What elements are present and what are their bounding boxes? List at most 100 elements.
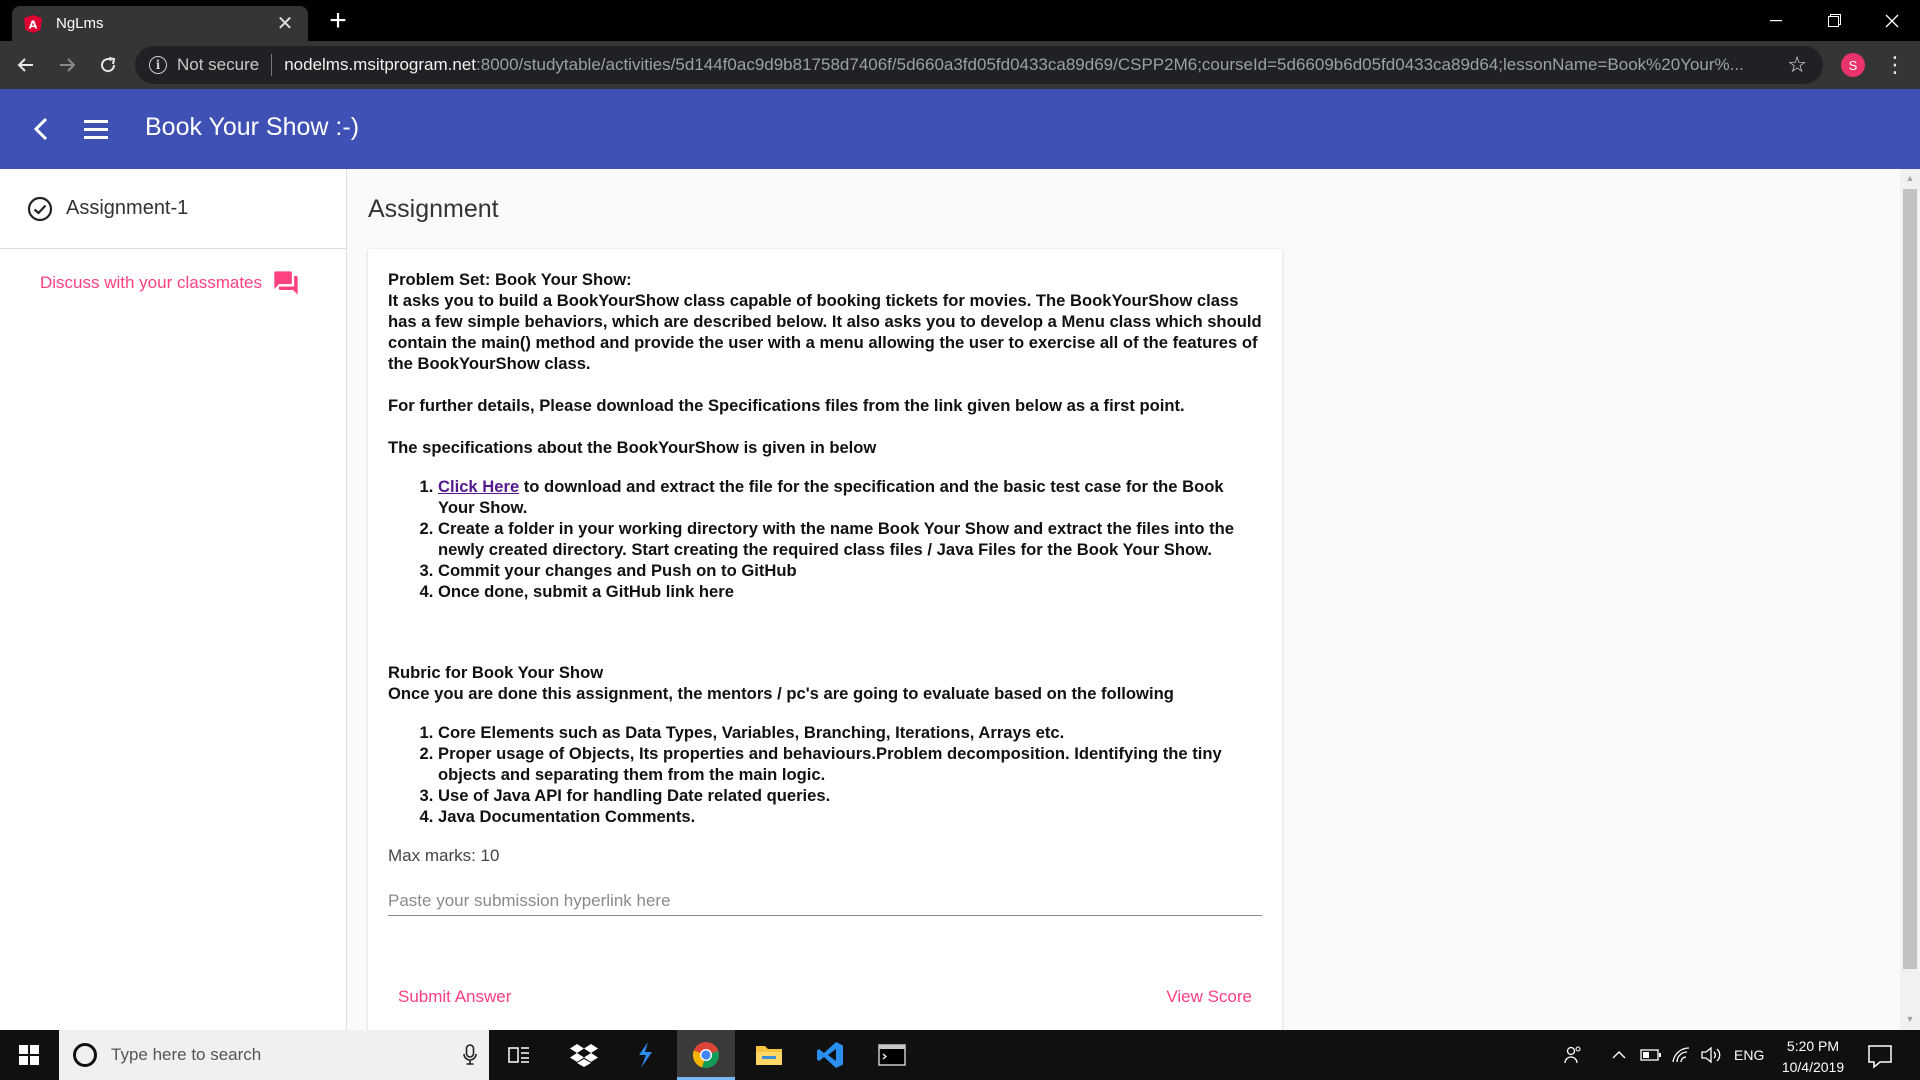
further-details: For further details, Please download the…: [388, 396, 1185, 415]
list-item: Java Documentation Comments.: [438, 806, 1262, 827]
forum-icon: [274, 271, 298, 295]
sourcetree-icon: [639, 1042, 652, 1068]
terminal-button[interactable]: [863, 1030, 921, 1080]
address-bar[interactable]: i Not secure nodelms.msitprogram.net:800…: [135, 46, 1823, 84]
scroll-down-icon[interactable]: ▼: [1900, 1014, 1920, 1026]
new-tab-button[interactable]: +: [322, 4, 354, 38]
view-score-button[interactable]: View Score: [1156, 977, 1262, 1017]
rubric-intro: Once you are done this assignment, the m…: [388, 684, 1174, 703]
not-secure-label: Not secure: [177, 55, 260, 74]
info-icon[interactable]: i: [149, 56, 167, 74]
bookmark-star-icon[interactable]: ☆: [1787, 52, 1807, 78]
spec-intro: The specifications about the BookYourSho…: [388, 438, 877, 457]
discuss-link[interactable]: Discuss with your classmates: [0, 269, 346, 297]
browser-back-button[interactable]: [10, 49, 42, 81]
cortana-icon: [73, 1043, 97, 1067]
system-clock[interactable]: 5:20 PM 10/4/2019: [1768, 1036, 1858, 1078]
language-indicator[interactable]: ENG: [1734, 1030, 1764, 1080]
assignment-card: Problem Set: Book Your Show: It asks you…: [368, 249, 1282, 1039]
task-view-icon: [508, 1047, 529, 1063]
restore-icon: [1827, 14, 1841, 27]
angular-favicon-icon: A: [24, 14, 42, 33]
chevron-left-icon: [33, 117, 48, 141]
clock-date: 10/4/2019: [1781, 1059, 1845, 1075]
card-actions: Submit Answer View Score: [368, 977, 1282, 1017]
url-path: :8000/studytable/activities/5d144f0ac9d9…: [476, 55, 1744, 74]
file-explorer-button[interactable]: [740, 1030, 798, 1080]
windows-logo-icon: [19, 1045, 39, 1065]
check-circle-icon: [27, 196, 53, 221]
arrow-right-icon: [60, 58, 76, 72]
submission-field: [388, 890, 1262, 916]
steps-list: Click Here to download and extract the f…: [438, 476, 1262, 602]
submission-input[interactable]: [388, 891, 1262, 911]
close-window-button[interactable]: [1864, 0, 1920, 41]
back-button[interactable]: [24, 111, 60, 147]
vscode-icon: [817, 1042, 843, 1068]
taskbar-search[interactable]: Type here to search: [59, 1030, 489, 1080]
rubric-heading: Rubric for Book Your Show: [388, 663, 604, 682]
chevron-up-icon[interactable]: [1612, 1030, 1626, 1080]
wifi-icon[interactable]: [1671, 1030, 1691, 1080]
browser-toolbar: i Not secure nodelms.msitprogram.net:800…: [0, 41, 1920, 89]
terminal-icon: [878, 1044, 906, 1066]
list-item: Commit your changes and Push on to GitHu…: [438, 560, 1262, 581]
taskbar-search-placeholder: Type here to search: [111, 1045, 262, 1064]
rubric-list: Core Elements such as Data Types, Variab…: [438, 722, 1262, 827]
arrow-left-icon: [17, 58, 33, 72]
svg-text:A: A: [29, 18, 38, 31]
main-content: Assignment Problem Set: Book Your Show: …: [348, 169, 1900, 1039]
tab-close-icon[interactable]: ✕: [274, 11, 296, 36]
submit-answer-button[interactable]: Submit Answer: [388, 977, 521, 1017]
browser-forward-button[interactable]: [51, 49, 83, 81]
folder-icon: [756, 1046, 782, 1065]
microphone-icon[interactable]: [463, 1044, 477, 1066]
reload-icon: [101, 57, 116, 73]
minimize-icon: [1770, 19, 1782, 21]
hamburger-menu-icon[interactable]: [78, 111, 114, 147]
sidebar-item-label: Assignment-1: [66, 197, 189, 219]
section-title: Assignment: [368, 195, 499, 223]
chrome-button[interactable]: [677, 1030, 735, 1080]
dropbox-button[interactable]: [555, 1030, 613, 1080]
sourcetree-button[interactable]: [616, 1030, 674, 1080]
list-item: Proper usage of Objects, Its properties …: [438, 743, 1262, 785]
browser-tab[interactable]: A NgLms ✕: [12, 6, 308, 41]
browser-menu-icon[interactable]: ⋮: [1884, 51, 1906, 79]
close-icon: [1885, 14, 1899, 27]
scrollbar-thumb[interactable]: [1903, 189, 1917, 969]
list-item: Use of Java API for handling Date relate…: [438, 785, 1262, 806]
profile-avatar[interactable]: S: [1841, 53, 1865, 77]
dropbox-icon: [570, 1044, 598, 1067]
problem-description: It asks you to build a BookYourShow clas…: [388, 291, 1262, 373]
click-here-link[interactable]: Click Here: [438, 477, 519, 496]
tab-title: NgLms: [56, 15, 104, 32]
browser-tab-bar: A NgLms ✕ +: [0, 0, 1920, 41]
sidebar: Assignment-1 Discuss with your classmate…: [0, 169, 347, 1030]
battery-icon[interactable]: [1640, 1030, 1662, 1080]
list-item: Create a folder in your working director…: [438, 518, 1262, 560]
minimize-button[interactable]: [1748, 0, 1804, 41]
sidebar-item-assignment-1[interactable]: Assignment-1: [0, 169, 346, 249]
page-scrollbar[interactable]: ▲ ▼: [1900, 169, 1920, 1030]
page-title: Book Your Show :-): [145, 113, 360, 141]
url-host: nodelms.msitprogram.net: [284, 55, 477, 74]
scroll-up-icon[interactable]: ▲: [1900, 173, 1920, 185]
volume-icon[interactable]: [1700, 1030, 1722, 1080]
vscode-button[interactable]: [801, 1030, 859, 1080]
clock-time: 5:20 PM: [1786, 1038, 1840, 1054]
restore-button[interactable]: [1806, 0, 1862, 41]
reload-button[interactable]: [92, 49, 124, 81]
discuss-label: Discuss with your classmates: [40, 273, 263, 292]
people-icon[interactable]: [1563, 1030, 1583, 1080]
chrome-icon: [692, 1042, 719, 1069]
task-view-button[interactable]: [490, 1030, 548, 1080]
problem-heading: Problem Set: Book Your Show:: [388, 270, 632, 289]
list-item: Click Here to download and extract the f…: [438, 476, 1262, 518]
notification-center-icon[interactable]: [1866, 1042, 1894, 1070]
windows-taskbar: Type here to search ENG 5:20 PM 10/4/201…: [0, 1030, 1920, 1080]
address-separator: [271, 54, 273, 76]
max-marks: Max marks: 10: [388, 846, 500, 865]
app-toolbar: Book Your Show :-): [0, 89, 1920, 169]
start-button[interactable]: [0, 1030, 58, 1080]
